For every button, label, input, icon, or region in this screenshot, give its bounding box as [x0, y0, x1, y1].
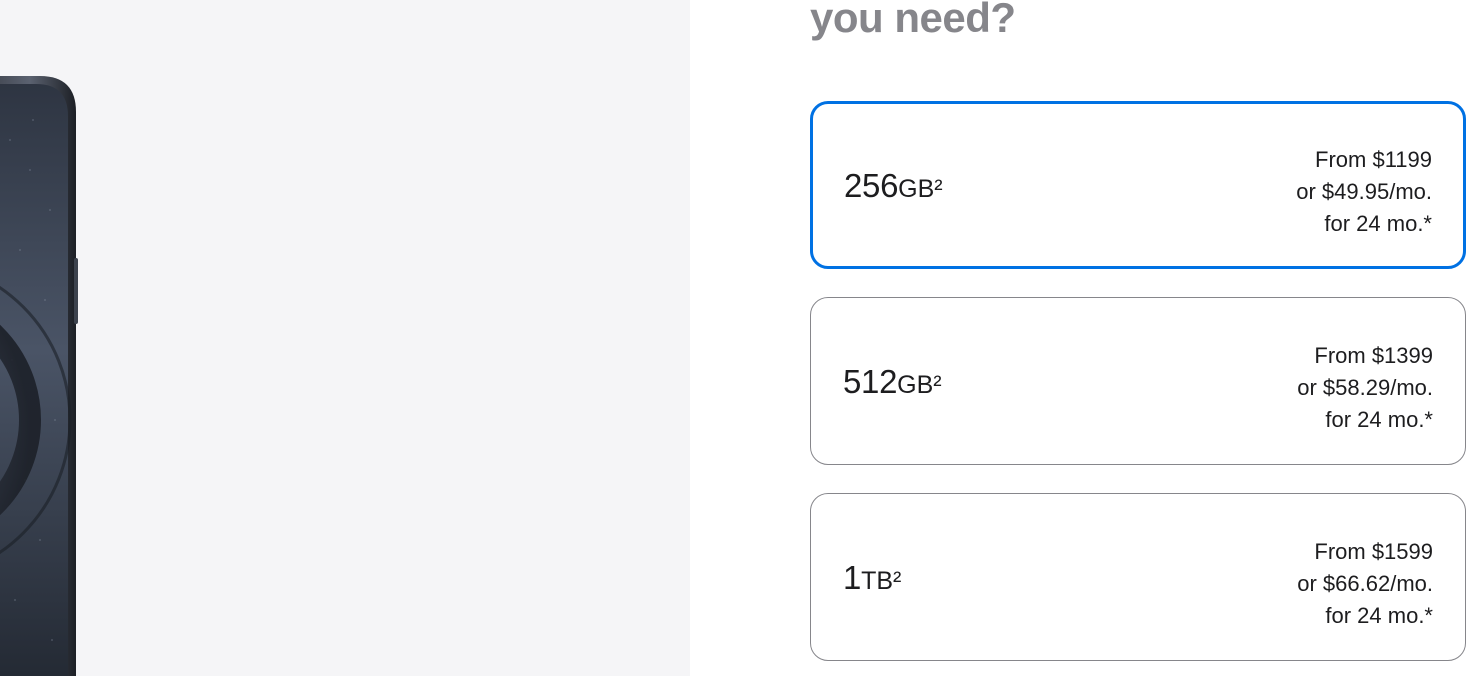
- price-term: for 24 mo.*: [1325, 407, 1433, 432]
- section-heading: you need?: [810, 0, 1016, 41]
- price-monthly: or $66.62/mo.: [1297, 571, 1433, 596]
- price-from: From $1599: [1314, 539, 1433, 564]
- storage-option-256gb[interactable]: 256GB² From $1199 or $49.95/mo. for 24 m…: [810, 101, 1466, 269]
- capacity-value: 1: [843, 559, 862, 596]
- capacity-label: 1TB²: [843, 558, 901, 601]
- capacity-value: 512: [843, 363, 898, 400]
- capacity-label: 256GB²: [844, 166, 943, 209]
- iphone-product-image: [0, 76, 78, 676]
- storage-selection-page: you need? 256GB² From $1199 or $49.95/mo…: [0, 0, 1480, 676]
- storage-option-1tb[interactable]: 1TB² From $1599 or $66.62/mo. for 24 mo.…: [810, 493, 1466, 661]
- capacity-unit: TB²: [861, 567, 902, 595]
- price-from: From $1399: [1314, 343, 1433, 368]
- capacity-unit: GB²: [898, 175, 943, 203]
- capacity-label: 512GB²: [843, 362, 942, 405]
- storage-option-512gb[interactable]: 512GB² From $1399 or $58.29/mo. for 24 m…: [810, 297, 1466, 465]
- price-from: From $1199: [1315, 147, 1432, 172]
- price-term: for 24 mo.*: [1324, 211, 1432, 236]
- price-monthly: or $58.29/mo.: [1297, 375, 1433, 400]
- storage-config-panel: you need? 256GB² From $1199 or $49.95/mo…: [690, 0, 1480, 676]
- price-term: for 24 mo.*: [1325, 603, 1433, 628]
- product-image-gallery: [0, 0, 690, 676]
- capacity-value: 256: [844, 167, 899, 204]
- price-info: From $1199 or $49.95/mo. for 24 mo.*: [1296, 144, 1432, 240]
- price-info: From $1599 or $66.62/mo. for 24 mo.*: [1297, 536, 1433, 632]
- capacity-unit: GB²: [897, 371, 942, 399]
- price-monthly: or $49.95/mo.: [1296, 179, 1432, 204]
- price-info: From $1399 or $58.29/mo. for 24 mo.*: [1297, 340, 1433, 436]
